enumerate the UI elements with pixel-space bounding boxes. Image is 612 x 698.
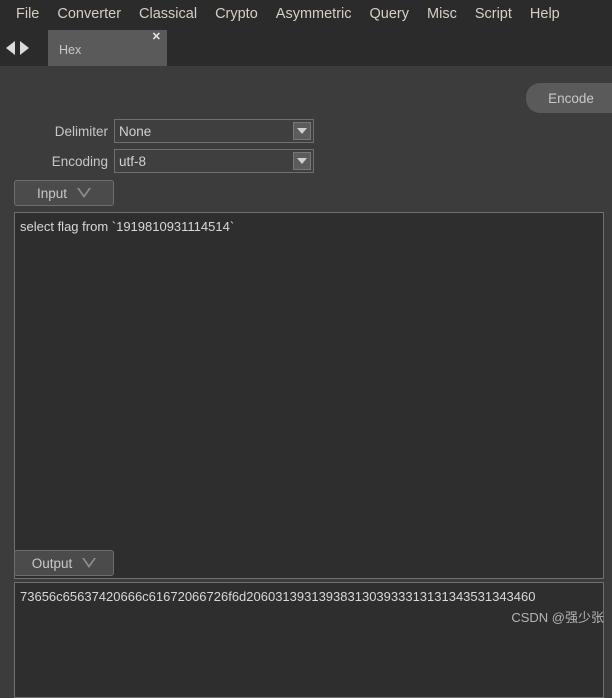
menu-item-converter[interactable]: Converter	[48, 3, 130, 26]
menu-item-crypto[interactable]: Crypto	[206, 3, 267, 26]
encoding-value: utf-8	[119, 153, 147, 169]
tab-hex-label: Hex	[59, 43, 82, 57]
tab-strip: Hex ✕	[0, 28, 612, 66]
menu-item-asymmetric[interactable]: Asymmetric	[267, 3, 361, 26]
output-section-button[interactable]: Output	[14, 550, 114, 576]
encoding-label: Encoding	[51, 153, 108, 169]
chevron-down-glyph	[297, 128, 307, 134]
input-textarea[interactable]: select flag from `1919810931114514`	[14, 212, 604, 579]
main-content: Encode Delimiter None Encoding utf-8 Inp…	[0, 66, 612, 698]
menu-item-script[interactable]: Script	[466, 3, 521, 26]
menu-item-classical[interactable]: Classical	[130, 3, 206, 26]
delimiter-label: Delimiter	[54, 123, 108, 139]
application-window: File Converter Classical Crypto Asymmetr…	[0, 0, 612, 698]
chevron-down-icon[interactable]	[293, 122, 311, 140]
menu-item-misc[interactable]: Misc	[418, 3, 466, 26]
chevron-down-icon[interactable]	[293, 152, 311, 170]
chevron-down-glyph	[297, 158, 307, 164]
input-section-button[interactable]: Input	[14, 180, 114, 206]
left-arrow-icon[interactable]	[6, 41, 15, 55]
triangle-down-outline-icon	[77, 188, 92, 198]
right-arrow-icon[interactable]	[20, 41, 29, 55]
encoding-select[interactable]: utf-8	[114, 149, 314, 173]
delimiter-row: Delimiter None	[0, 119, 320, 143]
triangle-down-outline-icon	[82, 558, 97, 568]
encoding-row: Encoding utf-8	[0, 149, 320, 173]
menu-item-query[interactable]: Query	[361, 3, 419, 26]
menu-item-help[interactable]: Help	[521, 3, 569, 26]
menu-bar: File Converter Classical Crypto Asymmetr…	[0, 0, 612, 28]
output-textarea[interactable]: 73656c65637420666c61672066726f6d20603139…	[14, 582, 604, 698]
tab-navigation	[6, 36, 46, 60]
close-icon[interactable]: ✕	[152, 32, 161, 43]
delimiter-value: None	[119, 123, 152, 139]
input-section-label: Input	[36, 185, 68, 201]
output-section-label: Output	[31, 555, 73, 571]
delimiter-select[interactable]: None	[114, 119, 314, 143]
tab-hex[interactable]: Hex ✕	[48, 30, 167, 66]
encode-button[interactable]: Encode	[526, 83, 612, 113]
menu-item-file[interactable]: File	[7, 3, 48, 26]
